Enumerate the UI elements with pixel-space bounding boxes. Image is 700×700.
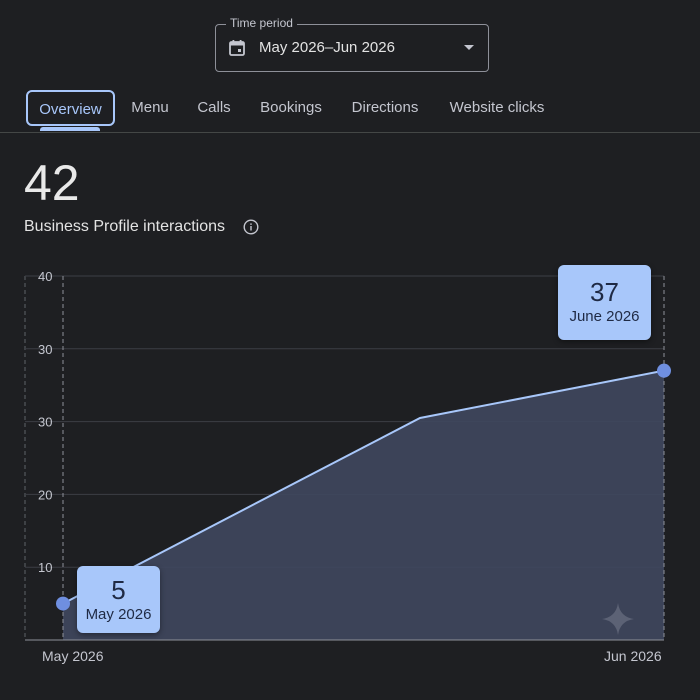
y-tick-label: 30 [38,415,52,430]
y-tick-label: 30 [38,342,52,357]
y-axis-ticks: 10 20 30 30 40 [38,269,52,575]
x-tick-label: Jun 2026 [604,648,662,664]
data-point[interactable] [657,363,671,378]
data-label-date: May 2026 [85,606,152,623]
data-label-value: 5 [111,575,126,605]
data-point[interactable] [56,596,70,611]
y-tick-label: 10 [38,560,52,575]
y-tick-label: 20 [38,487,52,502]
data-label-june: 37 June 2026 [558,265,651,340]
data-label-value: 37 [590,277,619,307]
data-label-may: 5 May 2026 [77,566,160,633]
x-tick-label: May 2026 [42,648,104,664]
y-tick-label: 40 [38,269,52,284]
data-label-date: June 2026 [569,308,640,325]
